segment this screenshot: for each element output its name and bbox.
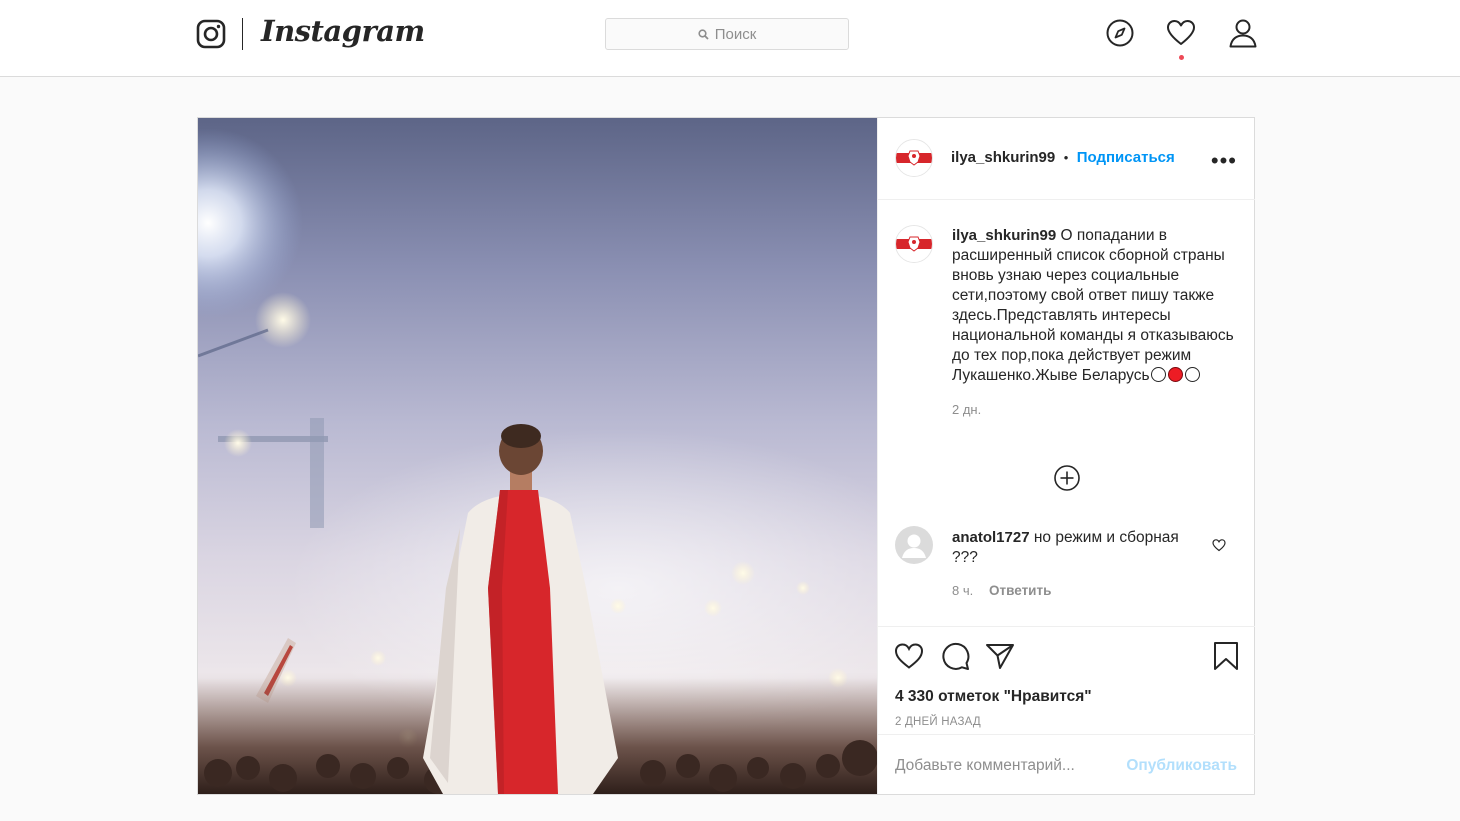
top-navigation-bar: Instagram Поиск <box>0 0 1460 77</box>
logo-divider <box>242 18 243 50</box>
instagram-wordmark[interactable]: Instagram <box>261 14 425 48</box>
bookmark-icon[interactable] <box>1213 641 1239 671</box>
more-options-button[interactable]: ••• <box>1211 148 1237 174</box>
author-username[interactable]: ilya_shkurin99 <box>951 149 1055 166</box>
add-comment-bar: Добавьте комментарий... Опубликовать <box>878 734 1255 795</box>
author-avatar[interactable] <box>895 139 933 177</box>
compass-icon[interactable] <box>1105 18 1135 48</box>
plus-circle-icon[interactable] <box>1053 464 1081 492</box>
avatar-flag-image <box>896 140 932 176</box>
heart-icon[interactable] <box>1212 538 1226 552</box>
post-header: ilya_shkurin99 • Подписаться ••• <box>878 118 1255 200</box>
speech-bubble-icon[interactable] <box>940 641 970 671</box>
post-card: ilya_shkurin99 • Подписаться ••• ilya_sh… <box>197 117 1255 795</box>
avatar-flag-image <box>896 226 932 262</box>
default-avatar-icon[interactable] <box>895 526 933 564</box>
add-comment-input[interactable]: Добавьте комментарий... <box>895 757 1075 775</box>
post-age[interactable]: 2 ДНЕЙ НАЗАД <box>895 716 981 728</box>
publish-button[interactable]: Опубликовать <box>1126 757 1237 775</box>
like-heart-icon[interactable] <box>894 642 924 670</box>
likes-count[interactable]: 4 330 отметок "Нравится" <box>895 688 1092 706</box>
comment-timestamp: 8 ч. <box>952 583 974 598</box>
reply-button[interactable]: Ответить <box>989 583 1051 598</box>
white-circle-emoji <box>1150 367 1166 382</box>
red-circle-emoji <box>1167 367 1183 382</box>
comment-body: anatol1727 но режим и сборная ??? <box>952 528 1202 568</box>
paper-plane-icon[interactable] <box>985 642 1015 670</box>
search-icon <box>698 28 709 40</box>
white-circle-emoji <box>1184 367 1200 382</box>
search-input[interactable]: Поиск <box>605 18 849 50</box>
post-caption: ilya_shkurin99 О попадании в расширенный… <box>952 226 1234 420</box>
caption-author-avatar[interactable] <box>895 225 933 263</box>
search-placeholder: Поиск <box>714 25 757 43</box>
caption-timestamp[interactable]: 2 дн. <box>952 400 1234 420</box>
photo-scene <box>198 128 877 794</box>
header-separator: • <box>1063 150 1069 165</box>
instagram-logo-icon[interactable] <box>196 19 226 49</box>
post-photo[interactable] <box>198 118 877 794</box>
post-side-panel: ilya_shkurin99 • Подписаться ••• ilya_sh… <box>877 118 1255 795</box>
caption-text: О попадании в расширенный список сборной… <box>952 227 1234 384</box>
comment-meta: 8 ч. Ответить <box>952 583 1051 598</box>
heart-icon[interactable] <box>1166 18 1196 48</box>
post-actions-bar: 4 330 отметок "Нравится" 2 ДНЕЙ НАЗАД <box>878 626 1255 735</box>
comment-author-username[interactable]: anatol1727 <box>952 529 1030 546</box>
person-icon[interactable] <box>1228 18 1258 48</box>
notification-dot <box>1179 55 1184 60</box>
caption-author-username[interactable]: ilya_shkurin99 <box>952 227 1056 244</box>
post-header-text: ilya_shkurin99 • Подписаться <box>951 149 1175 167</box>
follow-button[interactable]: Подписаться <box>1077 149 1175 166</box>
